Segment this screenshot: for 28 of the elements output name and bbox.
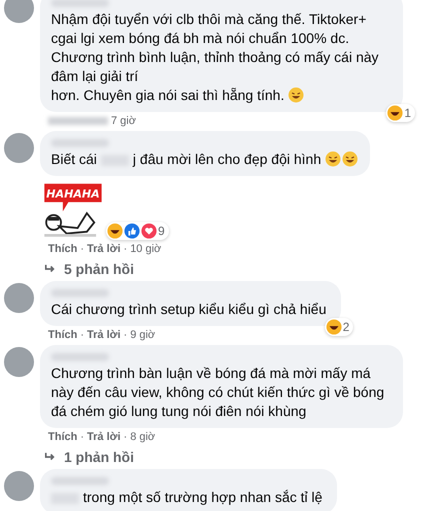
timestamp[interactable]: 8 giờ [130, 431, 156, 443]
view-replies-link[interactable]: 1 phản hồi [64, 449, 134, 465]
action-link[interactable]: Trả lời [87, 329, 121, 341]
separator-dot: · [124, 243, 128, 255]
separator-dot: · [80, 329, 84, 341]
action-link[interactable]: Thích [48, 431, 78, 443]
comment-text: j đâu mời lên cho đẹp đội hình [132, 151, 322, 167]
reaction-count[interactable]: 2 [324, 318, 354, 336]
action-link[interactable]: Thích [48, 243, 78, 255]
timestamp[interactable]: 10 giờ [130, 243, 162, 255]
reaction-count[interactable]: 1 [386, 104, 415, 122]
action-link[interactable]: Thích [48, 329, 78, 341]
action-link[interactable]: Trả lời [87, 243, 121, 255]
laughing-sticker-drawing: HAHAHA [40, 180, 106, 240]
timestamp[interactable]: 9 giờ [130, 329, 156, 341]
separator-dot: · [124, 431, 128, 443]
timestamp[interactable]: 7 giờ [111, 115, 136, 127]
separator-dot: · [124, 329, 128, 341]
comment-text: Chương trình bàn luận về bóng đá mà mời mấy má này đến câu view, không có chút kiến thức gì về bóng đá chém gió lung tung nói điên nói khùng [51, 365, 384, 419]
comment-text: Cái chương trình setup kiểu kiểu gì chả hiểu [51, 301, 326, 317]
comment-text: Biết cái [51, 151, 97, 167]
separator-dot: · [80, 431, 84, 443]
separator-dot: · [80, 243, 84, 255]
view-replies-link[interactable]: 5 phản hồi [64, 261, 134, 277]
reaction-count[interactable]: 9 [106, 222, 169, 240]
comment-text: trong một số trường hợp nhan sắc tỉ lệ [83, 489, 322, 505]
action-link[interactable]: Trả lời [87, 431, 121, 443]
comment-text: hơn. Chuyên gia nói sai thì hẵng tính. [51, 87, 284, 103]
